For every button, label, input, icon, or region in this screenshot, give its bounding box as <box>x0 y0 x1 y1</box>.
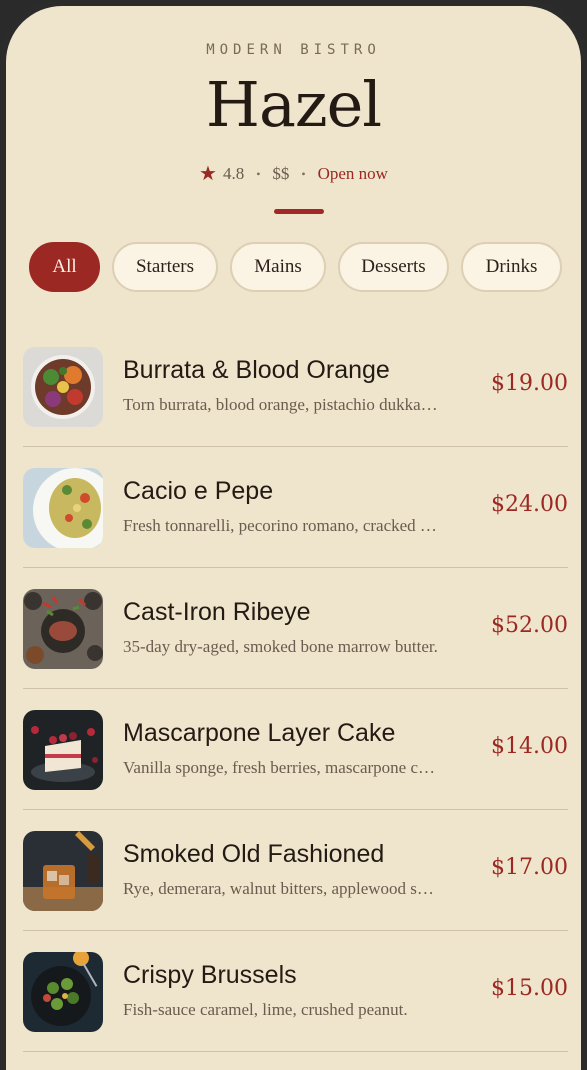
menu-item-name: Mascarpone Layer Cake <box>123 719 396 747</box>
rating-value: 4.8 <box>222 164 245 183</box>
menu-item-price: $17.00 <box>491 855 568 880</box>
open-status: Open now <box>317 164 388 183</box>
menu-item-price: $19.00 <box>491 371 568 396</box>
pasta-plate-photo <box>23 468 103 548</box>
menu-item-description: 35-day dry-aged, smoked bone marrow butt… <box>123 637 438 656</box>
menu-item[interactable]: Cacio e Pepe Fresh tonnarelli, pecorino … <box>23 447 568 568</box>
menu-item-price: $52.00 <box>491 613 568 638</box>
menu-item-price: $14.00 <box>491 734 568 759</box>
cocktail-photo <box>23 831 103 911</box>
menu-item-description: Fresh tonnarelli, pecorino romano, crack… <box>123 516 438 535</box>
menu-item-name: Crispy Brussels <box>123 961 297 989</box>
menu-item[interactable]: Burrata & Blood Orange Torn burrata, blo… <box>23 326 568 447</box>
brussels-bowl-photo <box>23 952 103 1032</box>
star-icon: ★ <box>199 163 217 185</box>
salad-bowl-photo <box>23 347 103 427</box>
menu-item[interactable]: Smoked Old Fashioned Rye, demerara, waln… <box>23 810 568 931</box>
restaurant-meta: ★ 4.8 • $$ • Open now <box>6 164 581 184</box>
menu-item-name: Burrata & Blood Orange <box>123 356 390 384</box>
menu-item[interactable]: Mascarpone Layer Cake Vanilla sponge, fr… <box>23 689 568 810</box>
tab-all[interactable]: All <box>29 242 100 292</box>
tab-mains[interactable]: Mains <box>230 242 326 292</box>
phone-frame: MODERN BISTRO Hazel ★ 4.8 • $$ • Open no… <box>0 0 587 1070</box>
steak-platter-photo <box>23 589 103 669</box>
restaurant-name: Hazel <box>205 68 382 141</box>
menu-item-description: Vanilla sponge, fresh berries, mascarpon… <box>123 758 438 777</box>
tab-drinks[interactable]: Drinks <box>461 242 562 292</box>
separator-dot: • <box>256 166 261 181</box>
menu-list: Burrata & Blood Orange Torn burrata, blo… <box>23 326 568 1052</box>
restaurant-tagline: MODERN BISTRO <box>206 42 381 58</box>
layer-cake-photo <box>23 710 103 790</box>
menu-item-description: Fish-sauce caramel, lime, crushed peanut… <box>123 1000 408 1019</box>
menu-item-price: $24.00 <box>491 492 568 517</box>
menu-item[interactable]: Cast-Iron Ribeye 35-day dry-aged, smoked… <box>23 568 568 689</box>
menu-item-description: Torn burrata, blood orange, pistachio du… <box>123 395 438 414</box>
menu-item-name: Smoked Old Fashioned <box>123 840 385 868</box>
price-level: $$ <box>272 164 290 183</box>
menu-item-name: Cast-Iron Ribeye <box>123 598 311 626</box>
menu-item-name: Cacio e Pepe <box>123 477 274 505</box>
separator-dot: • <box>301 166 306 181</box>
menu-item-description: Rye, demerara, walnut bitters, applewood… <box>123 879 438 898</box>
menu-item[interactable]: Crispy Brussels Fish-sauce caramel, lime… <box>23 931 568 1052</box>
header-divider <box>274 209 324 214</box>
tab-desserts[interactable]: Desserts <box>338 242 449 292</box>
menu-item-price: $15.00 <box>491 976 568 1001</box>
tab-starters[interactable]: Starters <box>112 242 218 292</box>
